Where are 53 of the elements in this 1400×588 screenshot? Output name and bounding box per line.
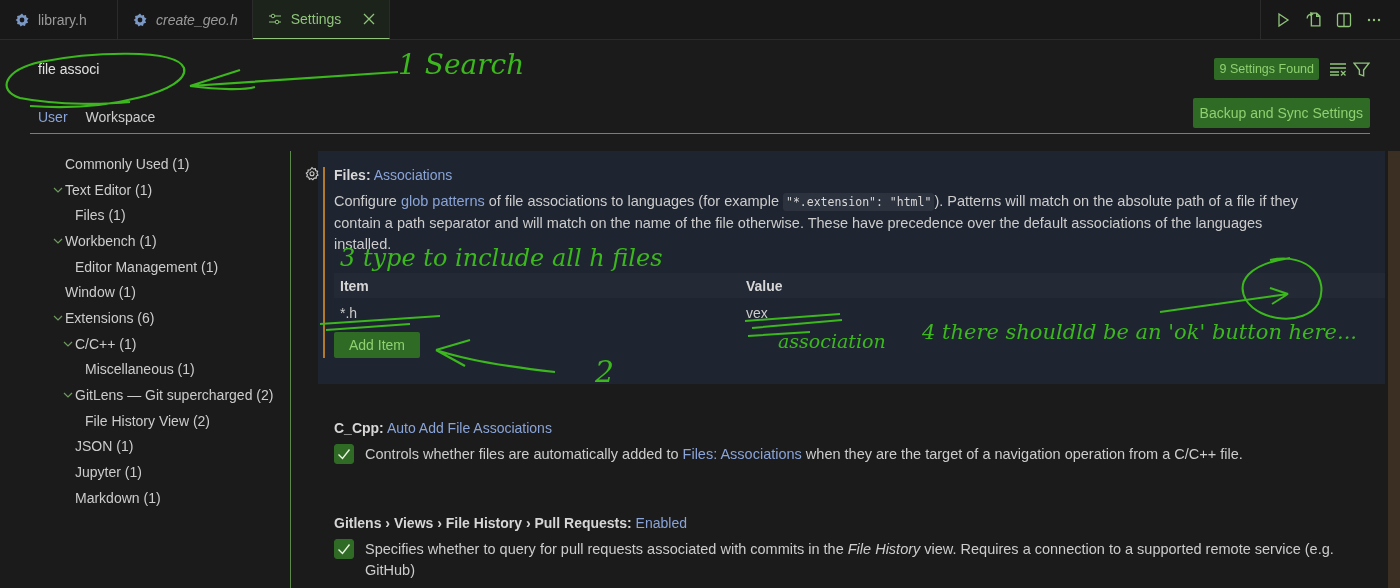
setting-title: Gitlens › Views › File History › Pull Requests: Enabled — [334, 515, 688, 531]
sliders-icon — [266, 11, 283, 27]
column-header: Value — [746, 277, 784, 294]
handwritten-note: 2 — [595, 354, 615, 389]
toc-item[interactable]: C/C++ (1) — [75, 335, 137, 352]
scope-tab[interactable]: Workspace — [77, 109, 160, 128]
toc-item[interactable]: Workbench (1) — [65, 232, 157, 249]
toc-item[interactable]: Commonly Used (1) — [65, 155, 190, 172]
check-icon — [336, 446, 352, 462]
editor-tab[interactable]: library.h — [0, 0, 118, 39]
toc-item[interactable]: Window (1) — [65, 284, 136, 301]
toc-item[interactable]: Miscellaneous (1) — [85, 361, 195, 378]
link[interactable]: Files: Associations — [682, 446, 802, 462]
table-cell[interactable]: *.h — [340, 305, 746, 321]
filter-icon[interactable] — [1353, 60, 1370, 78]
editor-tab[interactable]: create_geo.h — [118, 0, 253, 39]
toc-item[interactable]: File History View (2) — [85, 412, 210, 429]
setting-title: C_Cpp: Auto Add File Associations — [334, 420, 553, 436]
checkbox[interactable] — [334, 444, 354, 464]
add-item-button[interactable]: Add Item — [334, 332, 421, 358]
scope-tab[interactable]: User — [30, 109, 72, 128]
link[interactable]: glob patterns — [400, 193, 485, 209]
toc-item[interactable]: Jupyter (1) — [75, 464, 142, 481]
clear-filter-icon[interactable] — [1329, 62, 1347, 76]
close-icon[interactable] — [363, 13, 376, 25]
toc-item[interactable]: GitLens — Git supercharged (2) — [75, 387, 274, 404]
setting-description: Controls whether files are automatically added to Files: Associations when they are the target of a navigation operation from a C/C++ file. — [365, 445, 1243, 464]
gear-flower-icon — [14, 11, 30, 28]
handwritten-note: 1 Search — [398, 48, 525, 81]
open-file-icon[interactable] — [1305, 11, 1322, 28]
checkbox[interactable] — [334, 539, 354, 559]
toc-item[interactable]: Extensions (6) — [65, 309, 155, 326]
editor-tab[interactable]: Settings — [252, 0, 391, 39]
handwritten-note: association — [778, 330, 886, 352]
toc-item[interactable]: Markdown (1) — [75, 489, 161, 506]
settings-gear-icon[interactable] — [304, 166, 320, 182]
scrollbar[interactable] — [1388, 151, 1400, 588]
check-icon — [336, 541, 352, 557]
run-icon[interactable] — [1275, 11, 1291, 28]
column-header: Item — [340, 277, 370, 294]
split-editor-icon[interactable] — [1336, 11, 1352, 28]
handwritten-note: 4 there shouldld be an 'ok' button here... — [922, 320, 1358, 344]
code-snippet: "*.extension": "html" — [783, 193, 935, 211]
toc-item[interactable]: JSON (1) — [75, 438, 134, 455]
toc-item[interactable]: Editor Management (1) — [75, 258, 219, 275]
table-cell[interactable]: vex — [746, 305, 1385, 321]
setting-description: Specifies whether to query for pull requests associated with commits in the File History view. Requires a connection to a supported remote service (e.g. GitHub) — [365, 540, 1335, 580]
gear-flower-icon — [132, 11, 148, 28]
toc-item[interactable]: Files (1) — [75, 207, 126, 224]
setting-title: Files: Associations — [334, 167, 454, 183]
results-count: 9 Settings Found — [1214, 58, 1319, 80]
backup-sync-button[interactable]: Backup and Sync Settings — [1192, 98, 1370, 128]
toc-item[interactable]: Text Editor (1) — [65, 181, 153, 198]
